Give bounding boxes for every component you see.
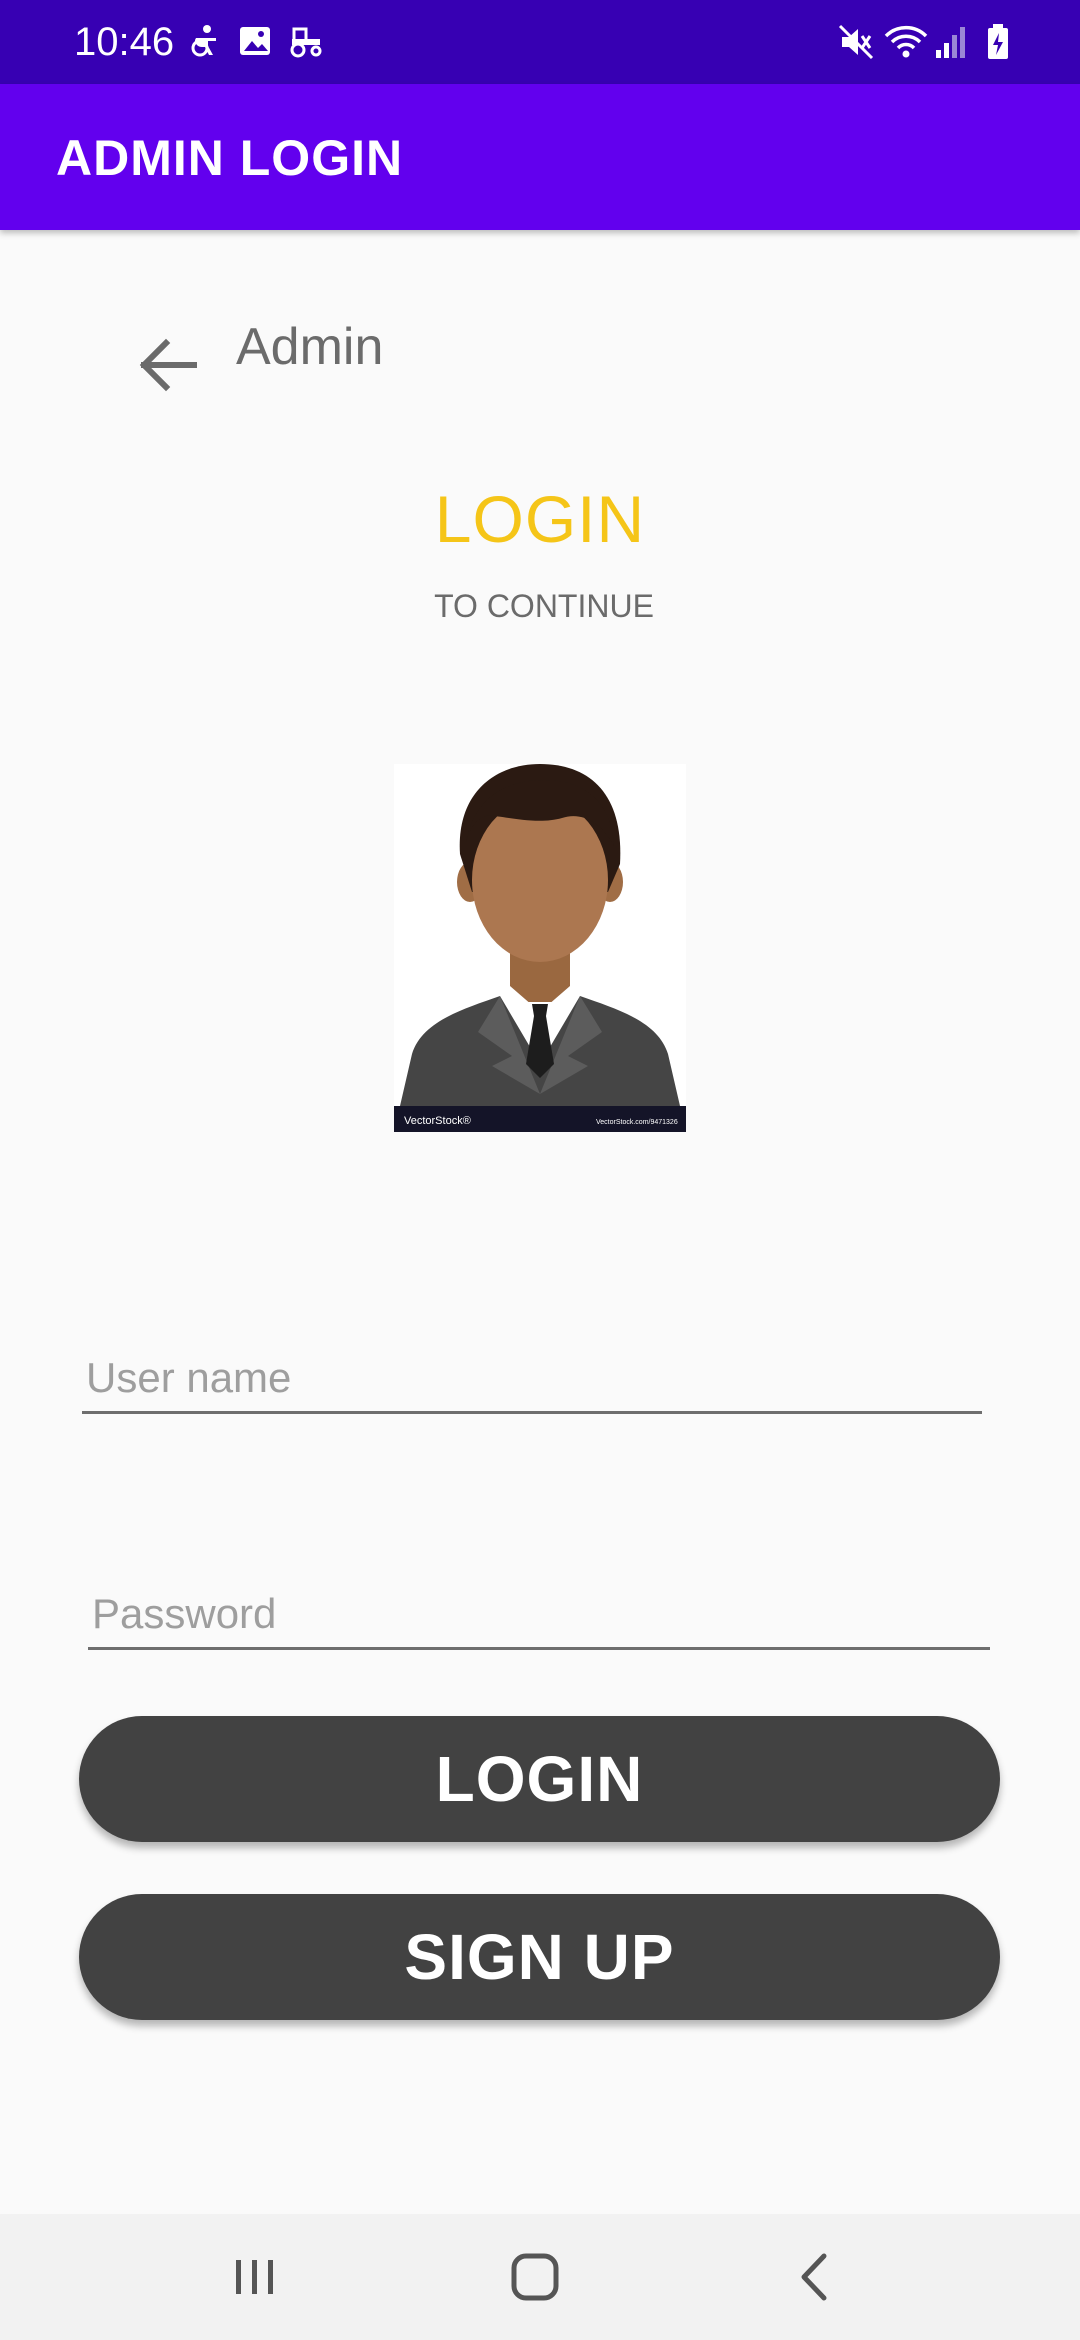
home-icon[interactable] <box>500 2242 570 2312</box>
navigation-bar <box>0 2214 1080 2340</box>
recent-apps-icon[interactable] <box>220 2242 290 2312</box>
app-bar: ADMIN LOGIN <box>0 84 1080 230</box>
status-bar: 10:46 <box>0 0 1080 84</box>
screen: 10:46 ADMIN LOGIN Admin LOGIN TO CONTINU… <box>0 0 1080 2340</box>
arrow-left-icon[interactable] <box>136 334 198 396</box>
signal-icon <box>936 27 965 58</box>
tractor-icon <box>290 27 322 58</box>
login-heading: LOGIN <box>434 482 646 556</box>
battery-charging-icon <box>988 24 1008 59</box>
status-time: 10:46 <box>74 20 175 64</box>
avatar-watermark-right: VectorStock.com/9471326 <box>596 1119 678 1126</box>
password-input[interactable] <box>88 1580 990 1650</box>
gallery-icon <box>240 27 270 55</box>
wifi-icon <box>884 25 928 58</box>
back-label: Admin <box>236 318 384 376</box>
signup-button[interactable]: SIGN UP <box>79 1894 1000 2020</box>
app-title: ADMIN LOGIN <box>56 130 404 186</box>
username-input[interactable] <box>82 1344 982 1414</box>
login-button[interactable]: LOGIN <box>79 1716 1000 1842</box>
avatar-watermark-left: VectorStock® <box>404 1115 471 1127</box>
back-icon[interactable] <box>780 2242 850 2312</box>
login-subtitle: TO CONTINUE <box>434 588 654 624</box>
accessibility-icon <box>191 25 216 57</box>
user-avatar-icon: VectorStock® VectorStock.com/9471326 <box>394 764 686 1132</box>
mute-icon <box>838 24 874 60</box>
